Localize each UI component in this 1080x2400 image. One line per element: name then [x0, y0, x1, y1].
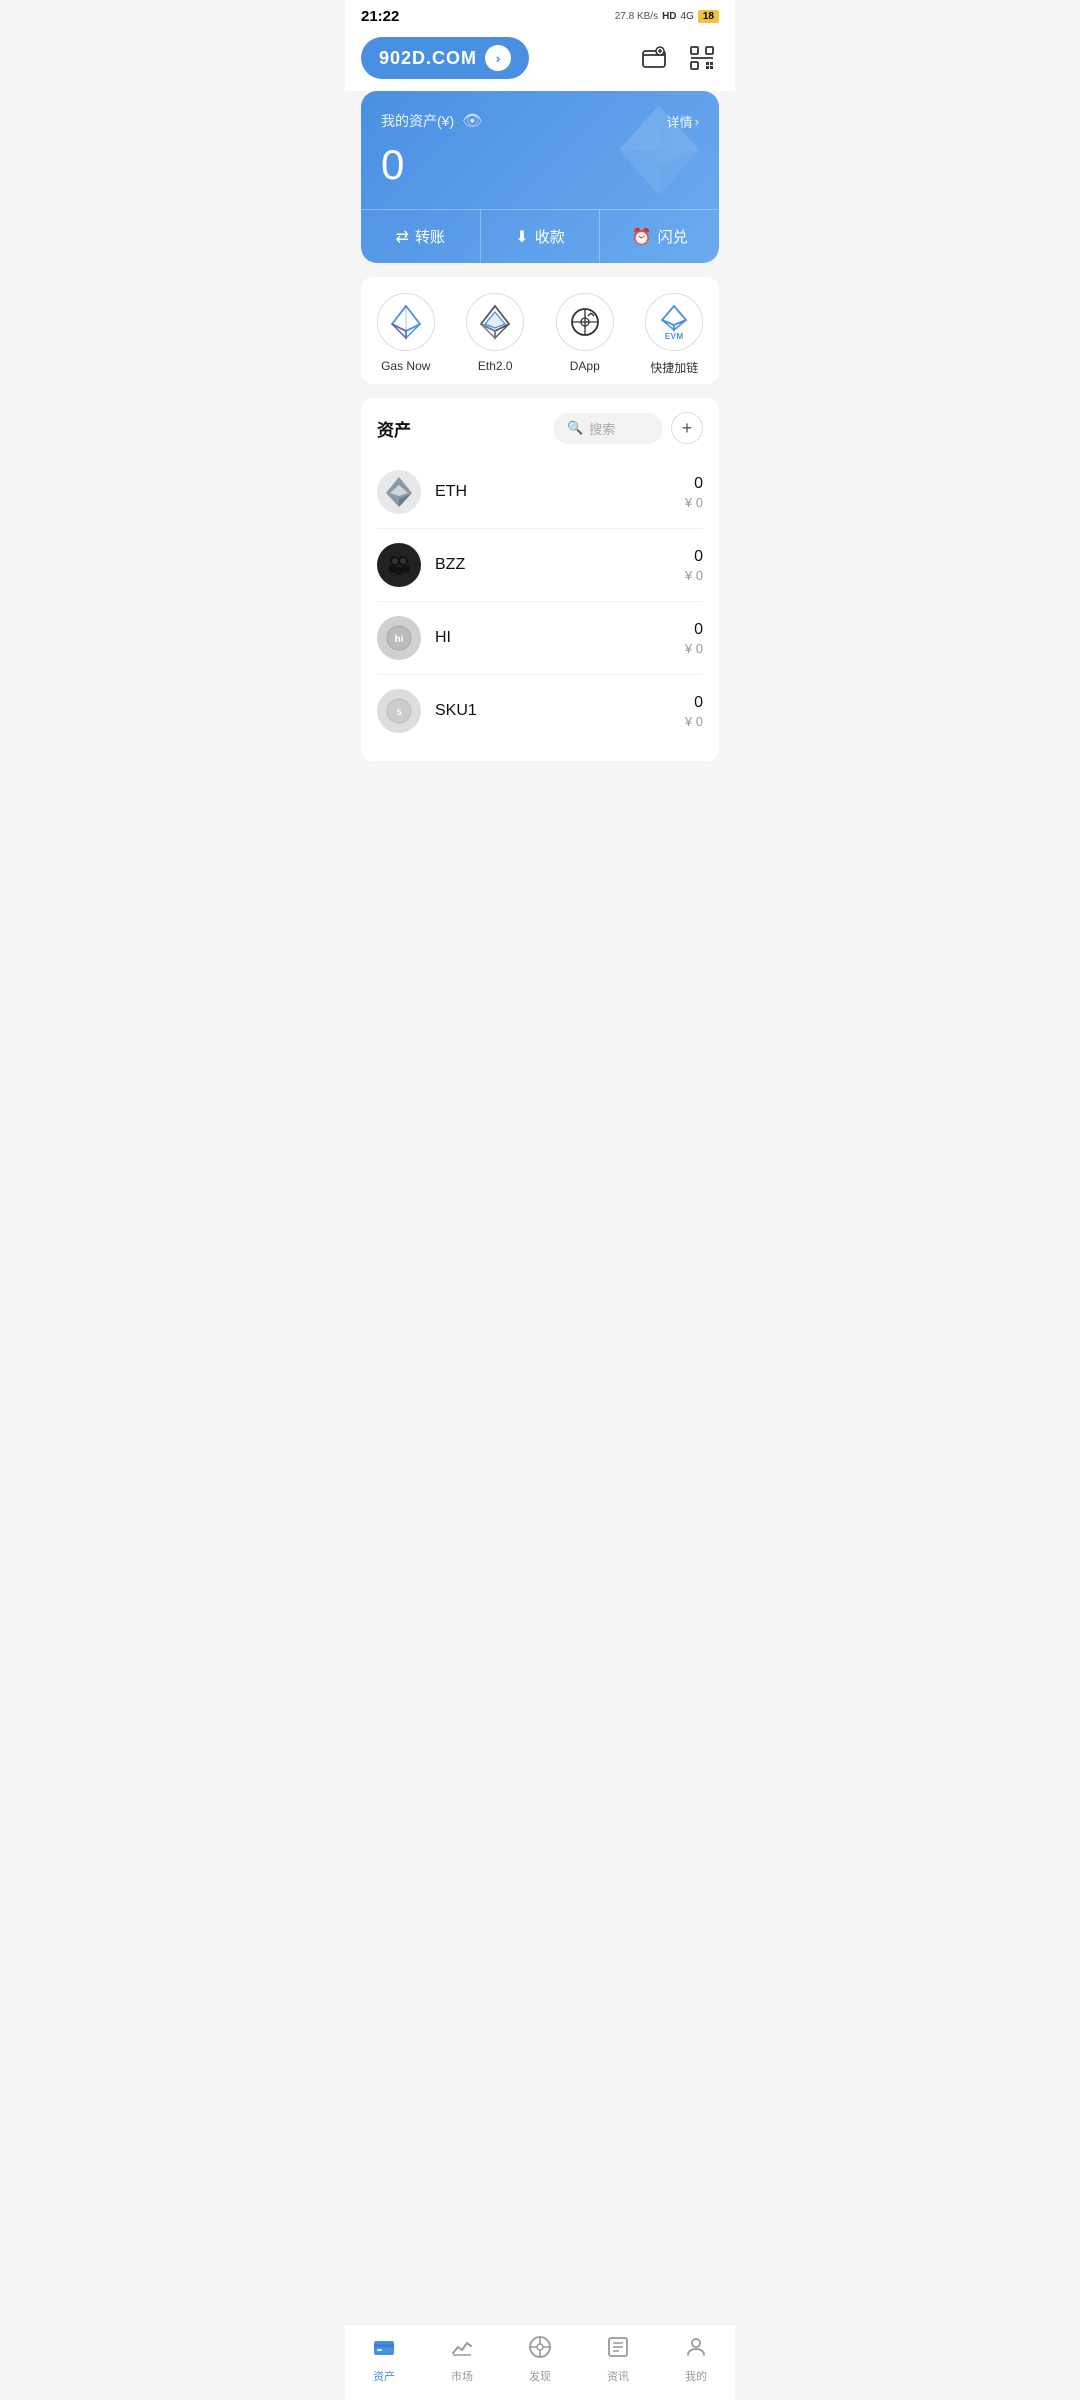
eth2-label: Eth2.0 [478, 359, 513, 373]
receive-icon: ⬇ [515, 227, 528, 247]
asset-title: 我的资产(¥) [381, 111, 454, 131]
asset-item-hi[interactable]: hi HI 0 ¥ 0 [377, 602, 703, 675]
assets-nav-icon [372, 2335, 396, 2365]
search-bar[interactable]: 🔍 搜索 [553, 413, 663, 444]
bottom-nav: 资产 市场 发现 [345, 2324, 735, 2400]
eth-cny: ¥ 0 [685, 495, 703, 510]
hi-amount: 0 [685, 621, 703, 639]
bzz-amount: 0 [685, 548, 703, 566]
assets-section: 资产 🔍 搜索 + ETH 0 ¥ 0 [361, 398, 719, 761]
assets-title: 资产 [377, 416, 411, 441]
asset-item-sku1[interactable]: S SKU1 0 ¥ 0 [377, 675, 703, 747]
asset-list: ETH 0 ¥ 0 BZZ 0 [377, 456, 703, 747]
eth-name: ETH [435, 483, 685, 501]
brand-name: 902D.COM [379, 48, 477, 69]
discover-nav-icon [528, 2335, 552, 2365]
quick-item-evm[interactable]: EVM 快捷加链 [645, 293, 703, 376]
market-nav-label: 市场 [451, 2368, 473, 2384]
quick-access: Gas Now Eth2.0 DApp [361, 277, 719, 384]
hd-badge: HD [662, 11, 676, 22]
news-nav-label: 资讯 [607, 2368, 629, 2384]
eth-coin-icon [377, 470, 421, 514]
asset-item-bzz[interactable]: BZZ 0 ¥ 0 [377, 529, 703, 602]
receive-button[interactable]: ⬇ 收款 [480, 210, 600, 263]
eth2-icon-circle [466, 293, 524, 351]
header: 902D.COM › [345, 29, 735, 91]
mine-nav-label: 我的 [685, 2368, 707, 2384]
flash-icon: ⏰ [632, 227, 652, 247]
status-icons: 27.8 KB/s HD 4G 18 [615, 10, 719, 23]
flash-button[interactable]: ⏰ 闪兑 [599, 210, 719, 263]
bzz-values: 0 ¥ 0 [685, 548, 703, 583]
transfer-icon: ⇄ [396, 227, 409, 247]
transfer-button[interactable]: ⇄ 转账 [361, 210, 480, 263]
battery-icon: 18 [698, 10, 719, 23]
nav-item-discover[interactable]: 发现 [510, 2335, 570, 2384]
sku1-coin-icon: S [377, 689, 421, 733]
transfer-label: 转账 [415, 226, 445, 247]
svg-text:hi: hi [395, 634, 404, 645]
hi-coin-icon: hi [377, 616, 421, 660]
flash-label: 闪兑 [658, 226, 688, 247]
sku1-amount: 0 [685, 694, 703, 712]
eth-amount: 0 [685, 475, 703, 493]
search-icon: 🔍 [567, 420, 583, 436]
brand-pill[interactable]: 902D.COM › [361, 37, 529, 79]
hi-values: 0 ¥ 0 [685, 621, 703, 656]
svg-text:S: S [396, 708, 402, 717]
status-bar: 21:22 27.8 KB/s HD 4G 18 [345, 0, 735, 29]
speed-indicator: 27.8 KB/s [615, 11, 658, 22]
dapp-icon-circle [556, 293, 614, 351]
asset-actions: ⇄ 转账 ⬇ 收款 ⏰ 闪兑 [361, 209, 719, 263]
status-time: 21:22 [361, 8, 399, 25]
bzz-cny: ¥ 0 [685, 568, 703, 583]
eye-icon[interactable]: 👁 [462, 111, 482, 131]
market-nav-icon [450, 2335, 474, 2365]
scan-icon[interactable] [685, 41, 719, 75]
mine-nav-icon [684, 2335, 708, 2365]
detail-link[interactable]: 详情 › [667, 112, 699, 131]
header-actions [637, 41, 719, 75]
signal-icon: 4G [681, 11, 694, 22]
quick-item-eth2[interactable]: Eth2.0 [466, 293, 524, 376]
quick-item-gas-now[interactable]: Gas Now [377, 293, 435, 376]
dapp-label: DApp [570, 359, 600, 373]
assets-controls: 🔍 搜索 + [553, 412, 703, 444]
search-placeholder: 搜索 [589, 419, 615, 438]
news-nav-icon [606, 2335, 630, 2365]
nav-item-news[interactable]: 资讯 [588, 2335, 648, 2384]
discover-nav-label: 发现 [529, 2368, 551, 2384]
add-asset-button[interactable]: + [671, 412, 703, 444]
nav-item-mine[interactable]: 我的 [666, 2335, 726, 2384]
nav-item-assets[interactable]: 资产 [354, 2335, 414, 2384]
assets-nav-label: 资产 [373, 2368, 395, 2384]
gas-now-label: Gas Now [381, 359, 430, 373]
sku1-name: SKU1 [435, 702, 685, 720]
quick-item-dapp[interactable]: DApp [556, 293, 614, 376]
brand-arrow: › [485, 45, 511, 71]
asset-card: 我的资产(¥) 👁 详情 › 0 ⇄ 转账 ⬇ 收款 ⏰ 闪兑 [361, 91, 719, 263]
hi-name: HI [435, 629, 685, 647]
asset-item-eth[interactable]: ETH 0 ¥ 0 [377, 456, 703, 529]
sku1-values: 0 ¥ 0 [685, 694, 703, 729]
hi-cny: ¥ 0 [685, 641, 703, 656]
asset-title-row: 我的资产(¥) 👁 [381, 111, 482, 131]
gas-now-icon-circle [377, 293, 435, 351]
evm-label: 快捷加链 [650, 359, 698, 376]
nav-item-market[interactable]: 市场 [432, 2335, 492, 2384]
evm-icon-circle: EVM [645, 293, 703, 351]
receive-label: 收款 [535, 226, 565, 247]
bzz-name: BZZ [435, 556, 685, 574]
wallet-add-icon[interactable] [637, 41, 671, 75]
sku1-cny: ¥ 0 [685, 714, 703, 729]
eth-values: 0 ¥ 0 [685, 475, 703, 510]
bzz-coin-icon [377, 543, 421, 587]
assets-header: 资产 🔍 搜索 + [377, 412, 703, 444]
